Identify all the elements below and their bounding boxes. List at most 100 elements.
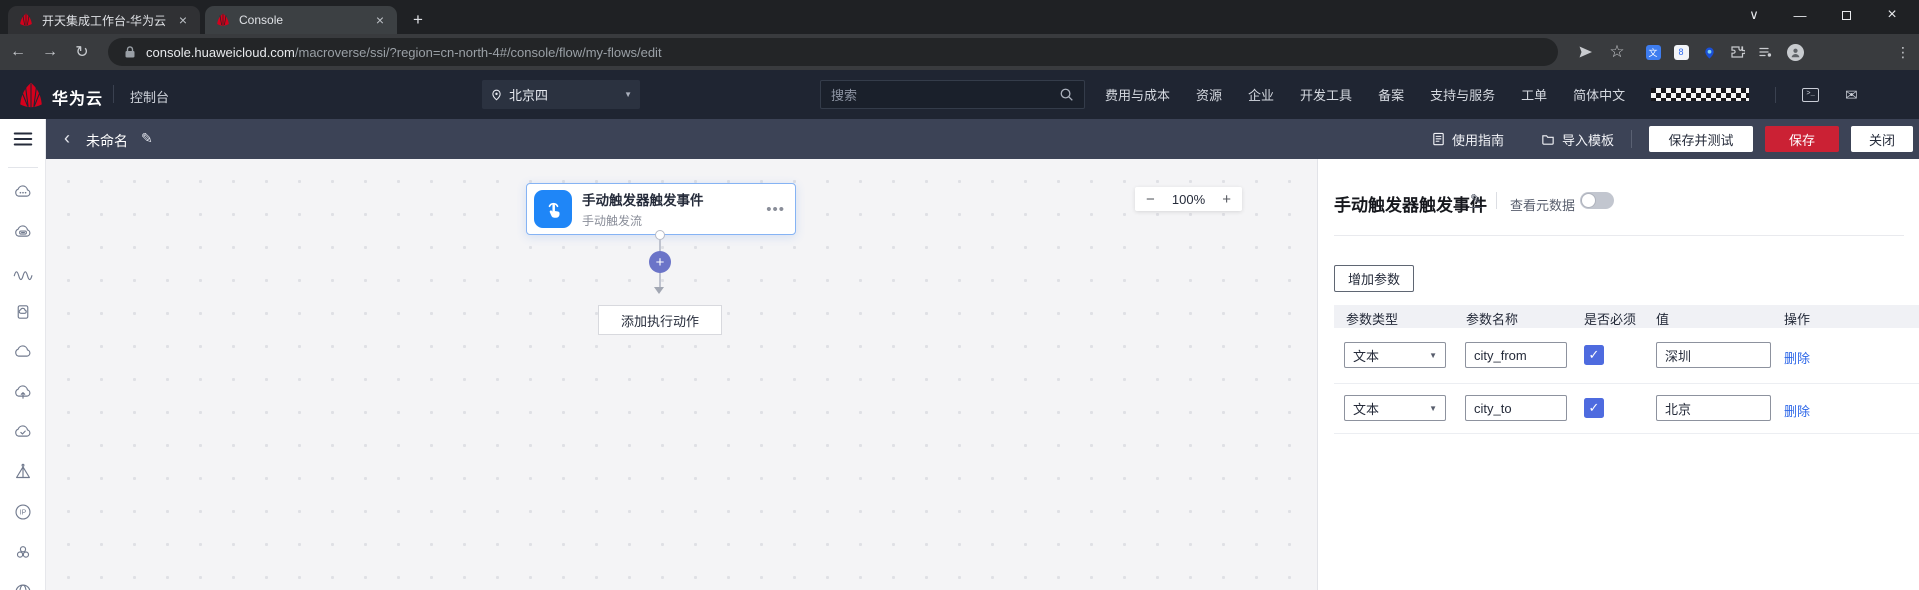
tab-close-icon[interactable]: × [174,11,192,29]
messages-icon[interactable]: ✉ [1845,86,1858,104]
bookmark-star-icon[interactable]: ☆ [1604,38,1630,66]
manual-trigger-icon [534,190,572,228]
window-maximize-button[interactable] [1823,0,1869,30]
add-parameter-button[interactable]: 增加参数 [1334,265,1414,292]
col-value: 值 [1656,312,1670,327]
chevron-down-icon: ▼ [624,90,632,99]
account-name-redacted[interactable] [1651,88,1750,101]
device-cloud-icon[interactable] [11,300,35,324]
service-sidebar: IP [0,119,46,590]
param-name-input[interactable] [1465,395,1567,421]
new-tab-button[interactable]: + [405,7,431,33]
nav-billing[interactable]: 费用与成本 [1105,85,1170,104]
tab-close-icon[interactable]: × [371,11,389,29]
close-button[interactable]: 关闭 [1851,126,1913,152]
zoom-out-button[interactable]: − [1146,191,1155,208]
translate-extension-icon[interactable]: 文 [1640,38,1666,66]
console-link[interactable]: 控制台 [130,87,169,106]
global-search-input[interactable]: 搜索 [820,80,1085,109]
nav-language[interactable]: 简体中文 [1573,85,1625,104]
delete-row-link[interactable]: 删除 [1784,348,1810,367]
col-action: 操作 [1784,312,1811,327]
param-table-header: 参数类型 参数名称 是否必须 值 操作 [1334,305,1919,328]
nav-enterprise[interactable]: 企业 [1248,85,1274,104]
browser-menu-icon[interactable]: ⋮ [1890,38,1916,66]
window-chevron-button[interactable]: ∨ [1731,0,1777,30]
huawei-favicon [217,13,229,26]
back-button[interactable]: ← [4,38,32,66]
cloud-server-icon[interactable] [11,220,35,244]
huawei-logo [20,82,42,108]
add-node-plus-button[interactable]: + [649,251,671,273]
flow-editor-toolbar: ‹ 未命名 ✎ 使用指南 导入模板 保存并测试 保存 关闭 [46,119,1919,159]
window-close-button[interactable]: × [1869,0,1915,30]
nav-ticket[interactable]: 工单 [1521,85,1547,104]
cloud-upload-icon[interactable] [11,380,35,404]
nav-devtools[interactable]: 开发工具 [1300,85,1352,104]
sidebar-divider [8,167,38,168]
node-config-panel: 手动触发器触发事件 ✎ 查看元数据 增加参数 参数类型 参数名称 是否必须 值 … [1317,159,1919,590]
usage-guide-link[interactable]: 使用指南 [1431,119,1504,159]
node-more-menu-icon[interactable]: ••• [766,201,785,218]
region-selector[interactable]: 北京四 ▼ [482,80,640,109]
col-required: 是否必须 [1584,312,1637,327]
zoom-in-button[interactable]: + [1222,191,1231,208]
data-waves-icon[interactable] [11,260,35,284]
cloud-ellipsis-icon[interactable] [11,180,35,204]
document-icon [1433,132,1444,146]
add-action-placeholder[interactable]: 添加执行动作 [598,305,722,335]
browser-profile-avatar[interactable] [1782,38,1808,66]
window-minimize-button[interactable]: — [1777,0,1823,30]
col-param-type: 参数类型 [1346,312,1399,327]
nav-support[interactable]: 支持与服务 [1430,85,1495,104]
map-pin-extension-icon[interactable] [1696,38,1722,66]
edit-pencil-icon[interactable]: ✎ [1470,192,1482,208]
reading-list-icon[interactable] [1752,38,1778,66]
flow-canvas[interactable]: 手动触发器触发事件 手动触发流 ••• + 添加执行动作 − 100% + [46,159,1317,590]
ip-circle-icon[interactable]: IP [11,500,35,524]
delete-row-link[interactable]: 删除 [1784,401,1810,420]
panel-title: 手动触发器触发事件 [1334,196,1487,215]
search-icon [1060,88,1073,101]
node-subtitle: 手动触发流 [582,214,643,228]
send-to-device-icon[interactable] [1572,38,1598,66]
save-button[interactable]: 保存 [1765,126,1839,152]
pyramid-icon[interactable] [11,460,35,484]
required-checkbox[interactable]: ✓ [1584,398,1604,418]
region-name: 北京四 [509,88,549,103]
nav-resources[interactable]: 资源 [1196,85,1222,104]
cloud-icon[interactable] [11,340,35,364]
extensions-puzzle-icon[interactable] [1724,38,1750,66]
cli-terminal-icon[interactable]: >_ [1802,87,1820,102]
required-checkbox[interactable]: ✓ [1584,345,1604,365]
hamburger-menu-icon[interactable] [11,128,35,150]
cloud-check-icon[interactable] [11,420,35,444]
chevron-down-icon: ▼ [1429,350,1437,360]
trigger-node[interactable]: 手动触发器触发事件 手动触发流 ••• [526,183,796,235]
reload-button[interactable]: ↻ [68,38,96,66]
param-name-input[interactable] [1465,342,1567,368]
sidebar-icon-list: IP [0,180,46,590]
save-and-test-button[interactable]: 保存并测试 [1649,126,1753,152]
header-nav: 费用与成本 资源 企业 开发工具 备案 支持与服务 工单 简体中文 >_ ✉ [1105,70,1858,119]
param-value-input[interactable] [1656,395,1771,421]
import-template-link[interactable]: 导入模板 [1540,119,1614,159]
url-bar[interactable]: console.huaweicloud.com/macroverse/ssi/?… [108,38,1558,66]
param-value-input[interactable] [1656,342,1771,368]
notes-extension-icon[interactable]: 8 [1668,38,1694,66]
nav-icp[interactable]: 备案 [1378,85,1404,104]
forward-button[interactable]: → [36,38,64,66]
browser-tab-strip: 开天集成工作台-华为云 × Console × + ∨ — × [0,0,1919,34]
back-chevron-icon[interactable]: ‹ [64,128,70,149]
brand-name[interactable]: 华为云 [52,85,103,109]
globe-icon[interactable] [11,580,35,590]
view-metadata-toggle[interactable] [1580,192,1614,209]
param-type-select[interactable]: 文本 ▼ [1344,342,1446,368]
browser-tab-console[interactable]: Console × [205,6,397,34]
zoom-control: − 100% + [1135,187,1242,211]
rename-pencil-icon[interactable]: ✎ [141,130,153,147]
molecule-icon[interactable] [11,540,35,564]
tab-title: Console [239,13,284,27]
browser-tab-workbench[interactable]: 开天集成工作台-华为云 × [8,6,200,34]
param-type-select[interactable]: 文本 ▼ [1344,395,1446,421]
